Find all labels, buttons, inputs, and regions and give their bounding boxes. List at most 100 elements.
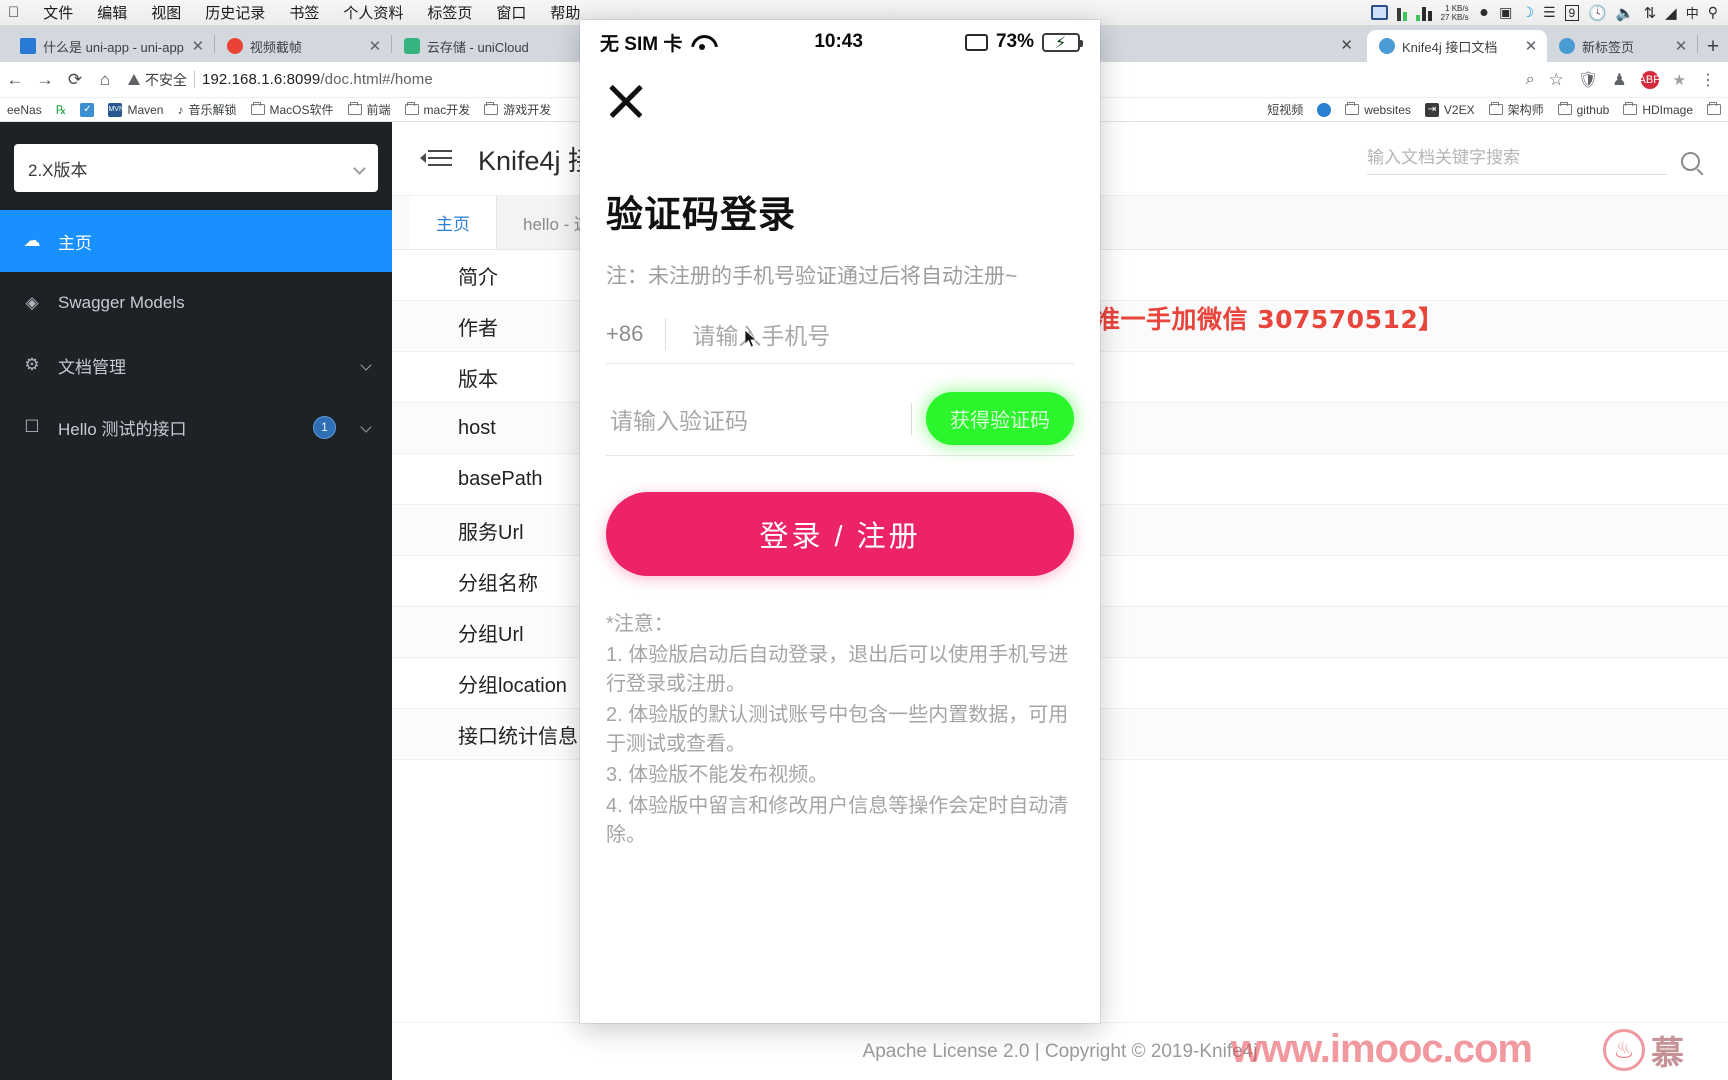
browser-tab[interactable]: 视频截帧 ✕ — [215, 30, 391, 62]
bookmark-folder[interactable]: 短视频 — [1260, 101, 1310, 118]
back-icon[interactable]: ← — [0, 65, 30, 95]
bookmark-folder[interactable]: websites — [1338, 102, 1418, 117]
bookmark-folder[interactable]: 架构师 — [1482, 101, 1551, 118]
sidebar-item-home[interactable]: ☁ 主页 — [0, 210, 392, 272]
menu-item-window[interactable]: 窗口 — [484, 2, 538, 23]
bookmark-label: mac开发 — [423, 103, 471, 117]
sync-tray-icon[interactable]: ⇅ — [1644, 4, 1657, 22]
version-select[interactable]: 2.X版本 — [14, 144, 378, 192]
sidebar-item-doc-management[interactable]: ⚙ 文档管理 — [0, 334, 392, 396]
tab-close-icon[interactable]: ✕ — [191, 37, 205, 55]
menu-item-profile[interactable]: 个人资料 — [331, 2, 415, 23]
country-code-label[interactable]: +86 — [606, 321, 665, 347]
search-input[interactable]: 输入文档关键字搜索 — [1367, 143, 1667, 175]
bookmark-folder[interactable]: 游戏开发 — [477, 101, 558, 118]
browser-tab-active[interactable]: Knife4j 接口文档 ✕ — [1367, 30, 1547, 62]
version-select-value: 2.X版本 — [28, 160, 88, 180]
search-icon[interactable] — [1681, 151, 1700, 171]
bookmark-item[interactable]: ♪ 音乐解锁 — [170, 101, 243, 118]
code-input[interactable]: 请输入验证码 — [606, 402, 911, 436]
bookmark-folder[interactable]: github — [1551, 102, 1617, 117]
net-up-value: 1 KB/s — [1445, 3, 1469, 13]
moon-tray-icon[interactable]: ☽ — [1521, 4, 1534, 21]
tab-close-icon[interactable]: ✕ — [1674, 37, 1688, 55]
bookmark-folder[interactable]: 前端 — [341, 101, 398, 118]
tab-close-icon[interactable]: ✕ — [1340, 36, 1367, 62]
home-icon[interactable]: ⌂ — [90, 65, 120, 95]
bookmark-folder[interactable]: MacOS软件 — [244, 101, 341, 118]
browser-tab[interactable]: 什么是 uni-app - uni-app ✕ — [8, 30, 214, 62]
tip-item: 2. 体验版的默认测试账号中包含一些内置数据，可用于测试或查看。 — [606, 704, 1069, 755]
menu-item-view[interactable]: 视图 — [139, 2, 193, 23]
modal-close-button[interactable] — [580, 64, 1100, 118]
ime-icon[interactable]: 中 — [1686, 3, 1699, 22]
bookmark-star-icon[interactable]: ☆ — [1549, 70, 1564, 90]
login-note: 注：未注册的手机号验证通过后将自动注册~ — [606, 265, 1018, 288]
bookmark-item[interactable] — [1310, 102, 1338, 117]
bookmark-item[interactable]: ✓ — [73, 102, 101, 117]
wifi-icon[interactable]: ◢ — [1665, 4, 1677, 22]
tab-label: 视频截帧 — [249, 39, 302, 55]
tab-close-icon[interactable]: ✕ — [368, 37, 382, 55]
bookmark-item[interactable]: ℞ — [49, 103, 74, 117]
menu-item-history[interactable]: 历史记录 — [193, 2, 277, 23]
reload-icon[interactable]: ⟳ — [60, 65, 90, 95]
bookmark-label: 游戏开发 — [503, 103, 552, 117]
tab-home[interactable]: 主页 — [410, 196, 497, 249]
extension-icon[interactable]: ★ — [1673, 71, 1686, 89]
bookmark-item[interactable]: MVN Maven — [101, 102, 170, 117]
forward-icon[interactable]: → — [30, 65, 60, 95]
profile-icon[interactable]: ♟ — [1612, 70, 1626, 90]
menu-collapse-icon[interactable] — [420, 146, 454, 172]
clock-icon[interactable]: 🕓 — [1588, 4, 1607, 22]
apple-logo-icon[interactable]:  — [0, 4, 31, 21]
get-code-button[interactable]: 获得验证码 — [926, 392, 1074, 445]
carrier-label: 无 SIM 卡 — [600, 33, 683, 55]
sidebar-item-swagger-models[interactable]: ◈ Swagger Models — [0, 272, 392, 334]
security-warning-icon[interactable]: 不安全 — [128, 70, 187, 90]
menu-item-edit[interactable]: 编辑 — [85, 2, 139, 23]
calendar-tray-icon[interactable]: 9 — [1564, 4, 1580, 21]
shield-icon[interactable]: 🛡 — [1578, 70, 1598, 90]
volume-icon[interactable]: 🔈 — [1616, 4, 1635, 22]
login-form: 验证码登录 注：未注册的手机号验证通过后将自动注册~ +86 请输入手机号 请输… — [580, 78, 1100, 850]
chevron-down-icon[interactable] — [360, 421, 372, 433]
browser-tab[interactable]: 新标签页 ✕ — [1547, 30, 1697, 62]
panda-tray-icon[interactable]: ⚫ — [1478, 4, 1491, 22]
zoom-icon[interactable]: ⌕ — [1526, 71, 1535, 89]
browser-menu-icon[interactable]: ⋮ — [1700, 70, 1716, 90]
chevron-down-icon[interactable] — [360, 359, 372, 371]
menu-item-bookmarks[interactable]: 书签 — [277, 2, 331, 23]
tab-close-icon[interactable]: ✕ — [1524, 37, 1538, 55]
folder-icon — [404, 102, 419, 115]
camera-tray-icon[interactable]: ▣ — [1499, 4, 1512, 21]
new-tab-button[interactable]: + — [1698, 32, 1728, 62]
phone-input[interactable]: 请输入手机号 — [666, 317, 1074, 351]
server-tray-icon[interactable]: ☰ — [1543, 4, 1556, 21]
network-rate-indicator[interactable]: 1 KB/s 27 KB/s — [1441, 4, 1469, 22]
tab-label: Knife4j 接口文档 — [1402, 39, 1498, 55]
screenshot-tray-icon[interactable] — [1370, 5, 1388, 20]
bookmark-folder[interactable]: mac开发 — [398, 101, 478, 118]
menu-item-tabs[interactable]: 标签页 — [415, 2, 484, 23]
cpu-monitor-icon[interactable] — [1415, 5, 1432, 21]
spotlight-search-icon[interactable]: ⚲ — [1708, 4, 1718, 21]
status-left: 无 SIM 卡 — [600, 29, 712, 56]
battery-percent-label: 73% — [995, 31, 1034, 52]
bookmark-folder[interactable] — [1700, 102, 1728, 115]
bookmark-item[interactable]: ⇥ V2EX — [1418, 102, 1482, 117]
adblock-icon[interactable]: ABP — [1639, 70, 1661, 89]
phone-number-field[interactable]: +86 请输入手机号 — [606, 304, 1074, 364]
verification-code-field[interactable]: 请输入验证码 获得验证码 — [606, 382, 1074, 456]
bookmark-label: Maven — [127, 102, 164, 117]
submit-button[interactable]: 登录 / 注册 — [606, 492, 1074, 576]
doc-search: 输入文档关键字搜索 — [1367, 143, 1700, 175]
battery-charging-icon: ⚡ — [1042, 32, 1083, 52]
sidebar-item-hello-api[interactable]: ☐ Hello 测试的接口 1 — [0, 396, 392, 458]
bookmark-item[interactable]: eeNas — [0, 103, 49, 117]
menu-item-file[interactable]: 文件 — [31, 2, 85, 23]
bookmark-folder[interactable]: HDImage — [1616, 102, 1700, 117]
browser-tab[interactable]: 云存储 - uniCloud — [392, 30, 592, 62]
check-icon: ✓ — [80, 102, 95, 117]
memory-monitor-icon[interactable] — [1396, 5, 1407, 21]
